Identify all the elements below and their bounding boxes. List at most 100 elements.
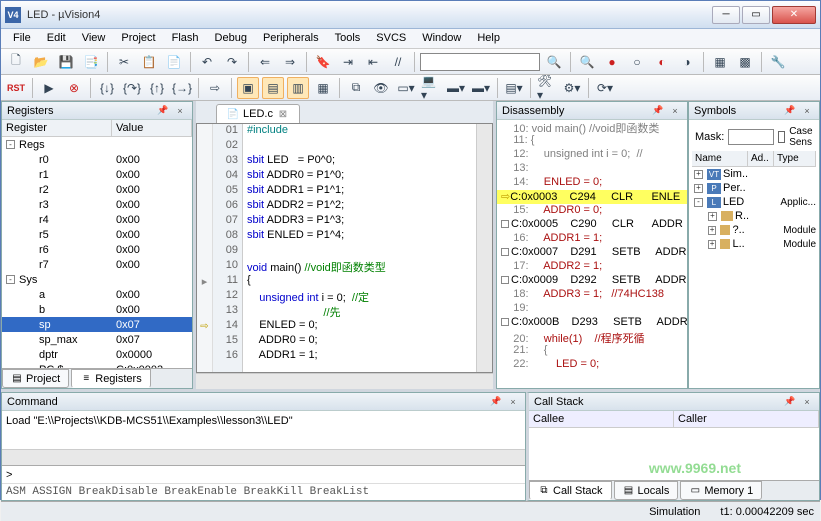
run-icon[interactable]: ▶ (38, 77, 60, 99)
window1-icon[interactable]: ▦ (709, 51, 731, 73)
menu-view[interactable]: View (74, 29, 114, 48)
debug-settings-icon[interactable]: ⚙▾ (561, 77, 583, 99)
run-to-icon[interactable]: {→} (171, 77, 193, 99)
redo-icon[interactable]: ↷ (221, 51, 243, 73)
menu-file[interactable]: File (5, 29, 39, 48)
tab-locals[interactable]: ▤Locals (614, 481, 679, 500)
tree-expand-icon[interactable]: + (694, 184, 703, 193)
case-sens-checkbox[interactable] (778, 131, 785, 143)
menu-project[interactable]: Project (113, 29, 163, 48)
register-row[interactable]: sp_max0x07 (2, 332, 192, 347)
pin-icon[interactable]: 📌 (156, 104, 170, 118)
mask-input[interactable] (728, 129, 774, 145)
debug-icon[interactable]: 🔍 (576, 51, 598, 73)
panel-close-icon[interactable]: × (668, 104, 682, 118)
step-out-icon[interactable]: {↑} (146, 77, 168, 99)
window2-icon[interactable]: ▩ (734, 51, 756, 73)
editor-scrollbar-v[interactable] (476, 124, 492, 372)
tree-expand-icon[interactable]: - (6, 140, 15, 149)
register-row[interactable]: dptr0x0000 (2, 347, 192, 362)
bp-disable-icon[interactable]: ○ (626, 51, 648, 73)
step-over-icon[interactable]: {↷} (121, 77, 143, 99)
call-hdr-caller[interactable]: Caller (674, 411, 819, 427)
symbol-row[interactable]: +VTSim.. (692, 167, 816, 181)
minimize-button[interactable]: ─ (712, 6, 740, 24)
register-row[interactable]: r10x00 (2, 167, 192, 182)
symbol-row[interactable]: +R.. (692, 209, 816, 223)
menu-edit[interactable]: Edit (39, 29, 74, 48)
disasm-window-icon[interactable]: ▤ (262, 77, 284, 99)
sym-hdr-name[interactable]: Name (692, 151, 748, 166)
register-row[interactable]: -Regs (2, 137, 192, 152)
menu-help[interactable]: Help (469, 29, 508, 48)
tree-expand-icon[interactable]: - (694, 198, 703, 207)
pin-icon[interactable]: 📌 (783, 395, 797, 409)
register-row[interactable]: r00x00 (2, 152, 192, 167)
watch-window-icon[interactable]: 👁 (370, 77, 392, 99)
disassembly-view[interactable]: 10: void main() //void即函数类 11: { 12: uns… (497, 120, 687, 388)
trace-window-icon[interactable]: ▬▾ (470, 77, 492, 99)
reg-header-value[interactable]: Value (112, 120, 192, 136)
pin-icon[interactable]: 📌 (489, 395, 503, 409)
update-icon[interactable]: ⟳▾ (594, 77, 616, 99)
reset-icon[interactable]: RST (5, 77, 27, 99)
copy-icon[interactable]: 📋 (138, 51, 160, 73)
pin-icon[interactable]: 📌 (651, 104, 665, 118)
breakpoint-icon[interactable]: ● (601, 51, 623, 73)
tree-expand-icon[interactable]: - (6, 275, 15, 284)
register-row[interactable]: sp0x07 (2, 317, 192, 332)
system-viewer-icon[interactable]: ▤▾ (503, 77, 525, 99)
editor-tab-led[interactable]: 📄LED.c⊠ (216, 104, 300, 123)
find-icon[interactable]: 🔍 (543, 51, 565, 73)
tree-expand-icon[interactable]: + (708, 226, 716, 235)
tree-expand-icon[interactable]: + (708, 212, 717, 221)
stop-icon[interactable]: ⊗ (63, 77, 85, 99)
tab-callstack[interactable]: ⧉Call Stack (529, 481, 612, 500)
close-button[interactable]: ✕ (772, 6, 816, 24)
panel-close-icon[interactable]: × (800, 104, 814, 118)
tab-registers[interactable]: ≡Registers (71, 369, 150, 388)
editor-scrollbar-h[interactable] (196, 373, 493, 389)
callstack-window-icon[interactable]: ⧉ (345, 77, 367, 99)
outdent-icon[interactable]: ⇤ (362, 51, 384, 73)
panel-close-icon[interactable]: × (800, 395, 814, 409)
register-row[interactable]: r30x00 (2, 197, 192, 212)
sym-hdr-addr[interactable]: Ad.. (748, 151, 774, 166)
find-combo[interactable] (420, 53, 540, 71)
symbol-row[interactable]: -LLEDApplic... (692, 195, 816, 209)
maximize-button[interactable]: ▭ (742, 6, 770, 24)
tab-memory1[interactable]: ▭Memory 1 (680, 481, 762, 500)
symbol-row[interactable]: +PPer.. (692, 181, 816, 195)
menu-peripherals[interactable]: Peripherals (255, 29, 327, 48)
paste-icon[interactable]: 📄 (163, 51, 185, 73)
register-row[interactable]: r40x00 (2, 212, 192, 227)
symbol-row[interactable]: +L..Module (692, 237, 816, 251)
register-row[interactable]: -Sys (2, 272, 192, 287)
bp-next-icon[interactable]: ◑ (676, 51, 698, 73)
open-file-icon[interactable]: 📂 (30, 51, 52, 73)
reg-header-register[interactable]: Register (2, 120, 112, 136)
register-row[interactable]: b0x00 (2, 302, 192, 317)
register-row[interactable]: r20x00 (2, 182, 192, 197)
memory-window-icon[interactable]: ▭▾ (395, 77, 417, 99)
register-row[interactable]: r60x00 (2, 242, 192, 257)
register-row[interactable]: a0x00 (2, 287, 192, 302)
step-in-icon[interactable]: {↓} (96, 77, 118, 99)
menu-flash[interactable]: Flash (164, 29, 207, 48)
analysis-window-icon[interactable]: ▬▾ (445, 77, 467, 99)
serial-window-icon[interactable]: 💻▾ (420, 77, 442, 99)
panel-close-icon[interactable]: × (173, 104, 187, 118)
tree-expand-icon[interactable]: + (708, 240, 716, 249)
panel-close-icon[interactable]: × (506, 395, 520, 409)
code-editor[interactable]: #includesbit LED = P0^0;sbit ADDR0 = P1^… (243, 124, 476, 372)
show-next-icon[interactable]: ⇨ (204, 77, 226, 99)
register-row[interactable]: r50x00 (2, 227, 192, 242)
save-icon[interactable]: 💾 (55, 51, 77, 73)
symbol-row[interactable]: +?..Module (692, 223, 816, 237)
command-input[interactable] (16, 469, 521, 481)
registers-window-icon[interactable]: ▦ (312, 77, 334, 99)
indent-icon[interactable]: ⇥ (337, 51, 359, 73)
tree-expand-icon[interactable]: + (694, 170, 703, 179)
pin-icon[interactable]: 📌 (783, 104, 797, 118)
save-all-icon[interactable]: 📑 (80, 51, 102, 73)
